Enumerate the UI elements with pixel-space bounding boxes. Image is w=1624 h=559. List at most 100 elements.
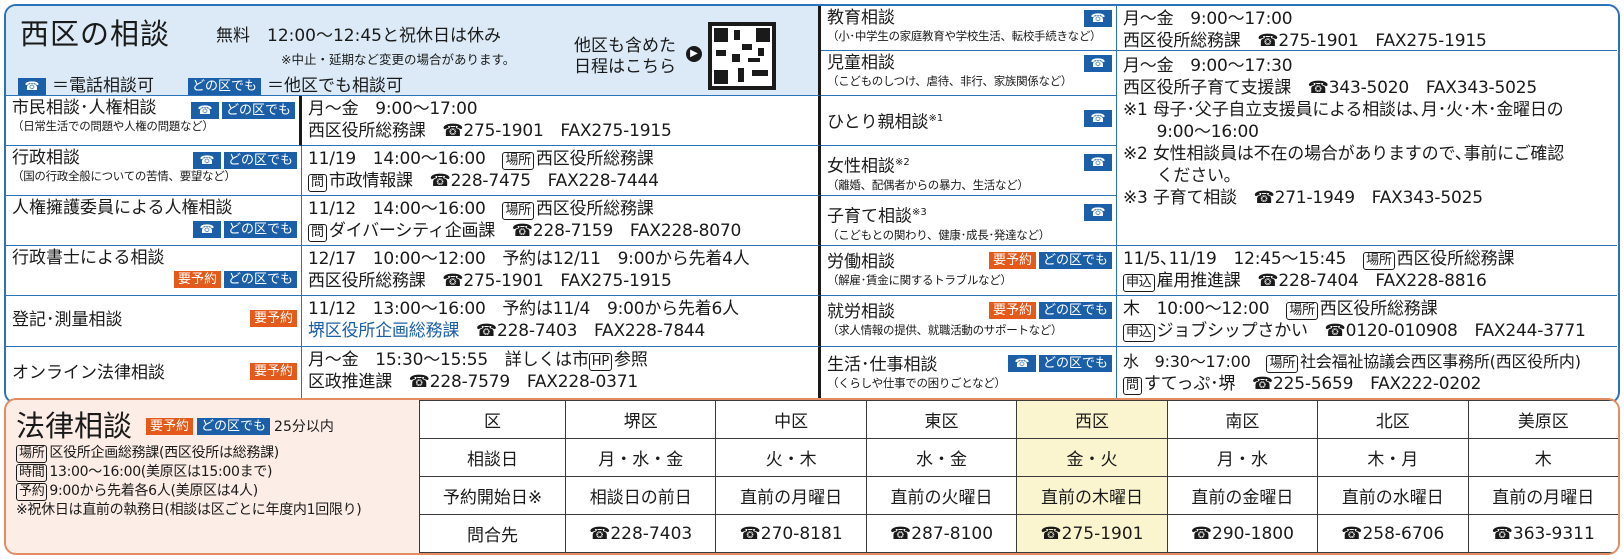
admin-contact: 市政情報課 ☎228-7475 FAX228-7444 (328, 171, 659, 191)
citizen-hours: 月～金 9:00～17:00 (308, 99, 478, 119)
labor-date: 11/5､11/19 12:45～15:45 (1123, 249, 1364, 269)
legal-place: 区役所企画総務課(西区役所は総務課) (49, 445, 279, 461)
table-cell: ☎275-1901 (1016, 514, 1168, 553)
place-label: 場所 (16, 445, 48, 463)
human-rights-info: 11/12 14:00～16:00 場所 西区役所総務課 問ダイバーシティ企画課 … (302, 196, 821, 246)
any-ward-badge: どの区でも (1038, 355, 1112, 372)
inquiry-label: 問 (308, 224, 327, 242)
arrow-right-icon: ▶ (686, 46, 702, 62)
row-single-parent: ひとり親相談※1 ☎ (821, 96, 1117, 146)
qr-code[interactable] (708, 22, 776, 90)
human-rights-date: 11/12 14:00～16:00 (308, 199, 503, 219)
employment-contact: ジョブシップさかい ☎0120-010908 FAX244-3771 (1156, 321, 1586, 341)
table-cell: 木 (1467, 438, 1618, 477)
change-note: ※中止・延期など変更の場合があります。 (281, 52, 516, 67)
apply-label: 申込 (1123, 324, 1155, 342)
any-ward-badge: どの区でも (197, 417, 271, 435)
education-contact: 西区役所総務課 ☎275-1901 FAX275-1915 (1123, 31, 1487, 51)
registration-info: 11/12 13:00～16:00 予約は11/4 9:00から先着6人 堺区役… (302, 296, 821, 347)
reservation-label: 予約 (16, 483, 48, 501)
table-row: 問合先 ☎228-7403 ☎270-8181 ☎287-8100 ☎275-1… (419, 514, 1618, 553)
table-cell: 月・水 (1166, 438, 1319, 477)
table-cell: ☎287-8100 (865, 514, 1018, 553)
table-cell: 火・木 (715, 438, 867, 477)
note-1-hours: 9:00～16:00 (1123, 122, 1259, 142)
table-cell: 木・月 (1317, 438, 1469, 477)
reservation-badge: 要予約 (249, 310, 297, 327)
inquiry-label: 問 (1123, 377, 1142, 395)
place-label: 場所 (1266, 355, 1299, 373)
note-mark: ※1 (928, 113, 944, 124)
table-cell: 直前の水曜日 (1317, 476, 1469, 515)
admin-place: 西区役所総務課 (535, 149, 654, 169)
other-wards-link[interactable]: 他区も含めた日程はこちら (574, 36, 684, 78)
life-work-contact: すてっぷ･堺 ☎225-5659 FAX222-0202 (1143, 374, 1482, 394)
table-cell: ☎270-8181 (715, 514, 867, 553)
row-employment: 就労相談 （求人情報の提供、就職活動のサポートなど） 要予約 どの区でも (821, 296, 1117, 347)
page-title: 西区の相談 (20, 17, 171, 51)
table-header: 東区 (865, 400, 1018, 439)
child-title: 児童相談 (827, 53, 895, 73)
note-mark: ※3 (912, 207, 927, 218)
table-cell: 月・水・金 (564, 438, 717, 477)
legend-any-text: ＝他区でも相談可 (267, 76, 404, 96)
phone-icon: ☎ (1084, 10, 1112, 27)
legal-details: 場所 区役所企画総務課(西区役所は総務課) 時間 13:00～16:00(美原区は1… (16, 444, 362, 520)
legal-schedule-table: 区 堺区 中区 東区 西区 南区 北区 美原区 相談日 月・水・金 火・木 水・… (419, 400, 1618, 553)
reservation-badge: 要予約 (988, 302, 1036, 319)
panel-header: 西区の相談 無料 12:00～12:45と祝休日は休み ※中止・延期など変更の場… (6, 6, 821, 96)
phone-icon: ☎ (192, 221, 221, 238)
human-rights-title: 人権擁護委員による人権相談 (12, 198, 233, 218)
employment-place: 西区役所総務課 (1319, 299, 1438, 319)
registration-office: 堺区役所企画総務課 (308, 321, 460, 341)
registration-contact: ☎228-7403 FAX228-7844 (459, 321, 706, 341)
row-parenting: 子育て相談※3 （こどもとの関わり、健康･成長･発達など） ☎ (821, 196, 1117, 246)
table-header: 西区 (1016, 400, 1168, 439)
legal-note: ※祝休日は直前の執務日(相談は区ごとに年度内1回限り) (16, 502, 362, 518)
note-mark: ※2 (895, 157, 910, 168)
table-cell: 問合先 (419, 514, 566, 553)
employment-sub: （求人情報の提供、就職活動のサポートなど） (827, 323, 1063, 337)
parenting-sub: （こどもとの関わり、健康･成長･発達など） (827, 227, 1050, 242)
human-rights-contact: ダイバーシティ企画課 ☎228-7159 FAX228-8070 (328, 221, 742, 241)
scrivener-date: 12/17 10:00～12:00 予約は12/11 9:00から先着4人 (308, 249, 750, 269)
table-header: 北区 (1317, 400, 1469, 439)
legal-duration: 25分以内 (274, 419, 334, 435)
child-sub: （こどものしつけ、虐待、非行、家族関係など） (827, 74, 1073, 88)
table-cell: ☎258-6706 (1317, 514, 1469, 553)
life-work-info: 水 9:30～17:00 場所 社会福祉協議会西区事務所(西区役所内) 問すてっぷ… (1117, 347, 1617, 401)
women-sub: （離婚、配偶者からの暴力、生活など） (827, 177, 1029, 192)
table-cell: 金・火 (1016, 438, 1168, 477)
admin-sub: （国の行政全般についての苦情、要望など） (12, 169, 236, 183)
place-label: 場所 (1286, 302, 1318, 320)
reservation-badge: 要予約 (249, 363, 297, 380)
table-header: 区 (419, 400, 566, 439)
row-human-rights: 人権擁護委員による人権相談 ☎ どの区でも (6, 196, 302, 246)
place-label: 場所 (1363, 252, 1395, 270)
life-work-place: 社会福祉協議会西区事務所(西区役所内) (1300, 352, 1581, 371)
phone-icon: ☎ (1007, 355, 1036, 372)
row-scrivener: 行政書士による相談 要予約 どの区でも (6, 246, 302, 296)
place-label: 場所 (502, 152, 534, 170)
table-cell: 直前の月曜日 (715, 476, 867, 515)
any-ward-badge: どの区でも (188, 77, 262, 95)
any-ward-badge: どの区でも (223, 221, 297, 238)
single-parent-title: ひとり親相談 (827, 112, 929, 133)
table-cell: ☎363-9311 (1467, 514, 1618, 553)
table-cell: 直前の火曜日 (865, 476, 1018, 515)
table-row: 区 堺区 中区 東区 西区 南区 北区 美原区 (419, 400, 1618, 439)
women-title: 女性相談 (827, 156, 895, 177)
online-legal-ref: 参照 (614, 350, 648, 370)
note-2-cont: ください｡ (1123, 166, 1233, 186)
table-cell: 水・金 (865, 438, 1018, 477)
any-ward-badge: どの区でも (223, 152, 297, 169)
any-ward-badge: どの区でも (1038, 302, 1112, 319)
hp-label[interactable]: HP (588, 353, 613, 371)
row-life-work: 生活･仕事相談 （くらしや仕事での困りごとなど） ☎ どの区でも (821, 347, 1117, 401)
admin-info: 11/19 14:00～16:00 場所 西区役所総務課 問市政情報課 ☎228-… (302, 146, 821, 196)
table-cell: 相談日 (419, 438, 566, 477)
labor-contact: 雇用推進課 ☎228-7404 FAX228-8816 (1156, 271, 1487, 291)
row-labor: 労働相談 （解雇･賃金に関するトラブルなど） 要予約 どの区でも (821, 246, 1117, 296)
phone-icon: ☎ (1084, 204, 1112, 221)
table-cell: 直前の月曜日 (1467, 476, 1618, 515)
